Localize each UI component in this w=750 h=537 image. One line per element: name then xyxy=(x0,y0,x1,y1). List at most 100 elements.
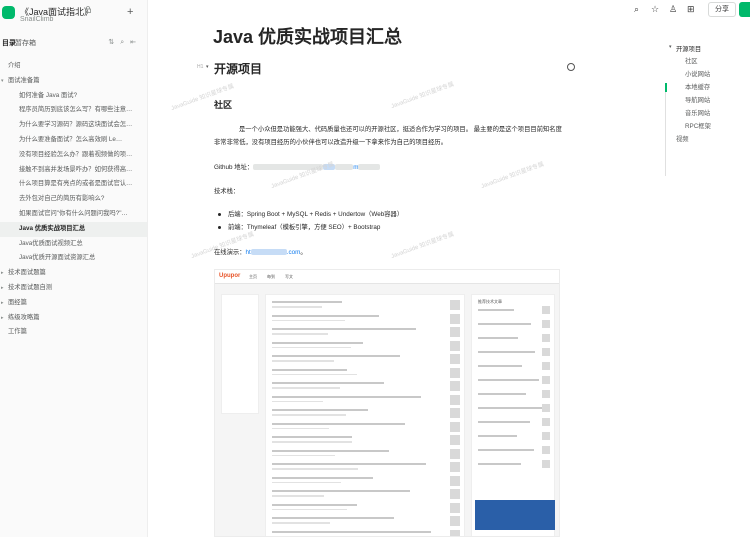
demo-link-end[interactable]: .com xyxy=(287,249,301,256)
book-author: SnailClimb xyxy=(20,16,54,23)
screenshot-side-row xyxy=(478,365,522,367)
sidebar-item[interactable]: Java 优质实战项目汇总 xyxy=(0,221,147,237)
sidebar-item-label: 如何准备 Java 面试? xyxy=(19,91,78,99)
screenshot-row-title xyxy=(272,436,352,438)
screenshot-right-heading: 推荐技术文章 xyxy=(478,299,502,304)
demo-link-start[interactable]: ht xyxy=(245,249,250,256)
sidebar-item[interactable]: 去外包对自己的简历有影响么? xyxy=(0,192,147,207)
sidebar-item[interactable]: Java优质开源面试资源汇总 xyxy=(0,251,147,266)
sidebar-item[interactable]: ▸ 技术面试题自测 xyxy=(0,281,147,296)
sidebar-item-label: 去外包对自己的简历有影响么? xyxy=(19,195,105,203)
sidebar-item[interactable]: Java优质面试视频汇总 xyxy=(0,237,147,252)
screenshot-row-title xyxy=(272,328,416,330)
toc-item[interactable]: 视频 xyxy=(676,134,689,143)
screenshot-banner xyxy=(475,500,555,530)
redacted-link[interactable] xyxy=(323,164,336,171)
edit-button[interactable] xyxy=(739,2,750,17)
project-screenshot-image[interactable]: Upupor 主页 每到 写文 推荐技术文章 xyxy=(214,269,560,537)
sidebar-item[interactable]: 什么项目算是有亮点的或者是面试官认… xyxy=(0,177,147,192)
sidebar-item[interactable]: 程序员简历到底该怎么写？有哪些注意… xyxy=(0,103,147,118)
add-icon[interactable]: + xyxy=(127,7,133,18)
toc-item[interactable]: RPC框架 xyxy=(685,121,711,130)
screenshot-row-title xyxy=(272,409,368,411)
redacted-link[interactable] xyxy=(250,249,287,256)
list-item: 后端：Spring Boot + MySQL + Redis + Underto… xyxy=(214,208,562,221)
present-icon[interactable]: ⊞ xyxy=(687,4,695,14)
sidebar-item-label: 为什么要准备面试？怎么高效刷 Le… xyxy=(19,135,123,143)
heading-level-badge[interactable]: H1 xyxy=(197,64,203,70)
chevron-right-icon[interactable]: ▸ xyxy=(1,266,4,281)
screenshot-side-thumb xyxy=(542,320,550,328)
toc-track xyxy=(665,84,666,176)
screenshot-row-thumb xyxy=(450,367,460,378)
screenshot-row-thumb xyxy=(450,462,460,472)
user-icon[interactable]: ♙ xyxy=(669,4,677,14)
screenshot-side-thumb xyxy=(542,446,550,454)
chevron-down-icon[interactable]: ▾ xyxy=(1,74,4,89)
screenshot-row-meta xyxy=(272,414,346,416)
screenshot-side-thumb xyxy=(542,376,550,384)
search-icon[interactable]: ⌕ xyxy=(120,39,130,46)
watermark: JavaGuide 知识星球专属 xyxy=(390,81,455,111)
chevron-right-icon[interactable]: ▸ xyxy=(1,281,4,296)
sidebar-tabs: 目录 暂存箱 ⇅⌕⇤ xyxy=(0,36,147,50)
page-title: Java 优质实战项目汇总 xyxy=(213,27,403,47)
screenshot-row-title xyxy=(272,355,400,357)
sidebar-item[interactable]: 接触不到高并发场景咋办？如何获得高… xyxy=(0,163,147,178)
sidebar-item[interactable]: ▸ 练级攻略篇 xyxy=(0,311,147,326)
screenshot-side-thumb xyxy=(542,432,550,440)
toc-item[interactable]: 导航网站 xyxy=(685,95,710,104)
demo-line: 在线演示：ht .com。 xyxy=(214,246,562,259)
toc-item[interactable]: 音乐网站 xyxy=(685,108,710,117)
sort-icon[interactable]: ⇅ xyxy=(108,39,120,46)
screenshot-row-thumb xyxy=(450,354,460,364)
toc-item[interactable]: 本地缓存 xyxy=(685,82,710,91)
tab-catalog[interactable]: 目录 xyxy=(2,38,16,48)
screenshot-side-row xyxy=(478,421,530,423)
screenshot-row-title xyxy=(272,422,405,425)
screenshot-side-row xyxy=(478,351,535,353)
collapse-icon[interactable]: ⇤ xyxy=(130,39,142,46)
share-button[interactable]: 分享 xyxy=(708,2,736,17)
tab-drafts[interactable]: 暂存箱 xyxy=(15,38,36,48)
screenshot-row-meta xyxy=(272,427,329,429)
sidebar-item[interactable]: 如果面试官问"你有什么问题问我吗?"… xyxy=(0,207,147,222)
comment-icon[interactable] xyxy=(567,63,575,71)
sidebar-item[interactable]: 如何准备 Java 面试? xyxy=(0,89,147,104)
collapse-caret-icon[interactable]: ▾ xyxy=(206,64,209,70)
screenshot-row-meta xyxy=(272,441,352,443)
book-logo-icon[interactable] xyxy=(2,6,15,19)
star-icon[interactable]: ☆ xyxy=(651,4,659,14)
screenshot-row-thumb xyxy=(450,502,460,513)
toc-item[interactable]: 开源项目 xyxy=(676,44,701,53)
sidebar-item[interactable]: ▾ 面试准备篇 xyxy=(0,74,147,89)
sidebar-item[interactable]: 为什么要准备面试？怎么高效刷 Le… xyxy=(0,133,147,148)
list-item: 前端：Thymeleaf（模板引擎，方便 SEO）+ Bootstrap xyxy=(214,221,562,234)
screenshot-row-thumb xyxy=(450,489,460,499)
app-window: 《Java面试指北》 SnailClimb + 目录 暂存箱 ⇅⌕⇤ 介绍 ▾ 面试… xyxy=(0,0,750,537)
screenshot-side-thumb xyxy=(542,348,550,356)
sidebar-item[interactable]: 没有项目经验怎么办？跟着视频做的项… xyxy=(0,148,147,163)
screenshot-row-thumb xyxy=(450,300,460,310)
sidebar-item[interactable]: 工作篇 xyxy=(0,325,147,340)
catalog-tree: 介绍 ▾ 面试准备篇 如何准备 Java 面试? 程序员简历到底该怎么写？有哪些注意… 为… xyxy=(0,59,147,340)
demo-suffix: 。 xyxy=(300,249,307,256)
toc-item[interactable]: 社区 xyxy=(685,56,698,65)
search-icon[interactable]: ⌕ xyxy=(634,4,639,14)
screenshot-row-meta xyxy=(272,387,340,389)
screenshot-side-row xyxy=(478,449,534,451)
sidebar-item[interactable]: ▸ 技术面试题篇 xyxy=(0,266,147,281)
sidebar-item[interactable]: 介绍 xyxy=(0,59,147,74)
screenshot-row-meta xyxy=(272,522,330,524)
sidebar-item[interactable]: 为什么要学习源码？源码这块面试会怎… xyxy=(0,118,147,133)
screenshot-row-meta xyxy=(272,468,358,470)
screenshot-navbar: Upupor 主页 每到 写文 xyxy=(215,270,559,284)
chevron-right-icon[interactable]: ▸ xyxy=(1,296,4,311)
screenshot-side-row xyxy=(478,463,521,465)
sidebar-item[interactable]: ▸ 面经篇 xyxy=(0,296,147,311)
toc-item[interactable]: 小说网站 xyxy=(685,69,710,78)
chevron-down-icon[interactable]: ▾ xyxy=(669,44,672,50)
sidebar-item-label: 技术面试题篇 xyxy=(8,269,46,277)
chevron-right-icon[interactable]: ▸ xyxy=(1,311,4,326)
screenshot-row-title xyxy=(272,314,379,317)
